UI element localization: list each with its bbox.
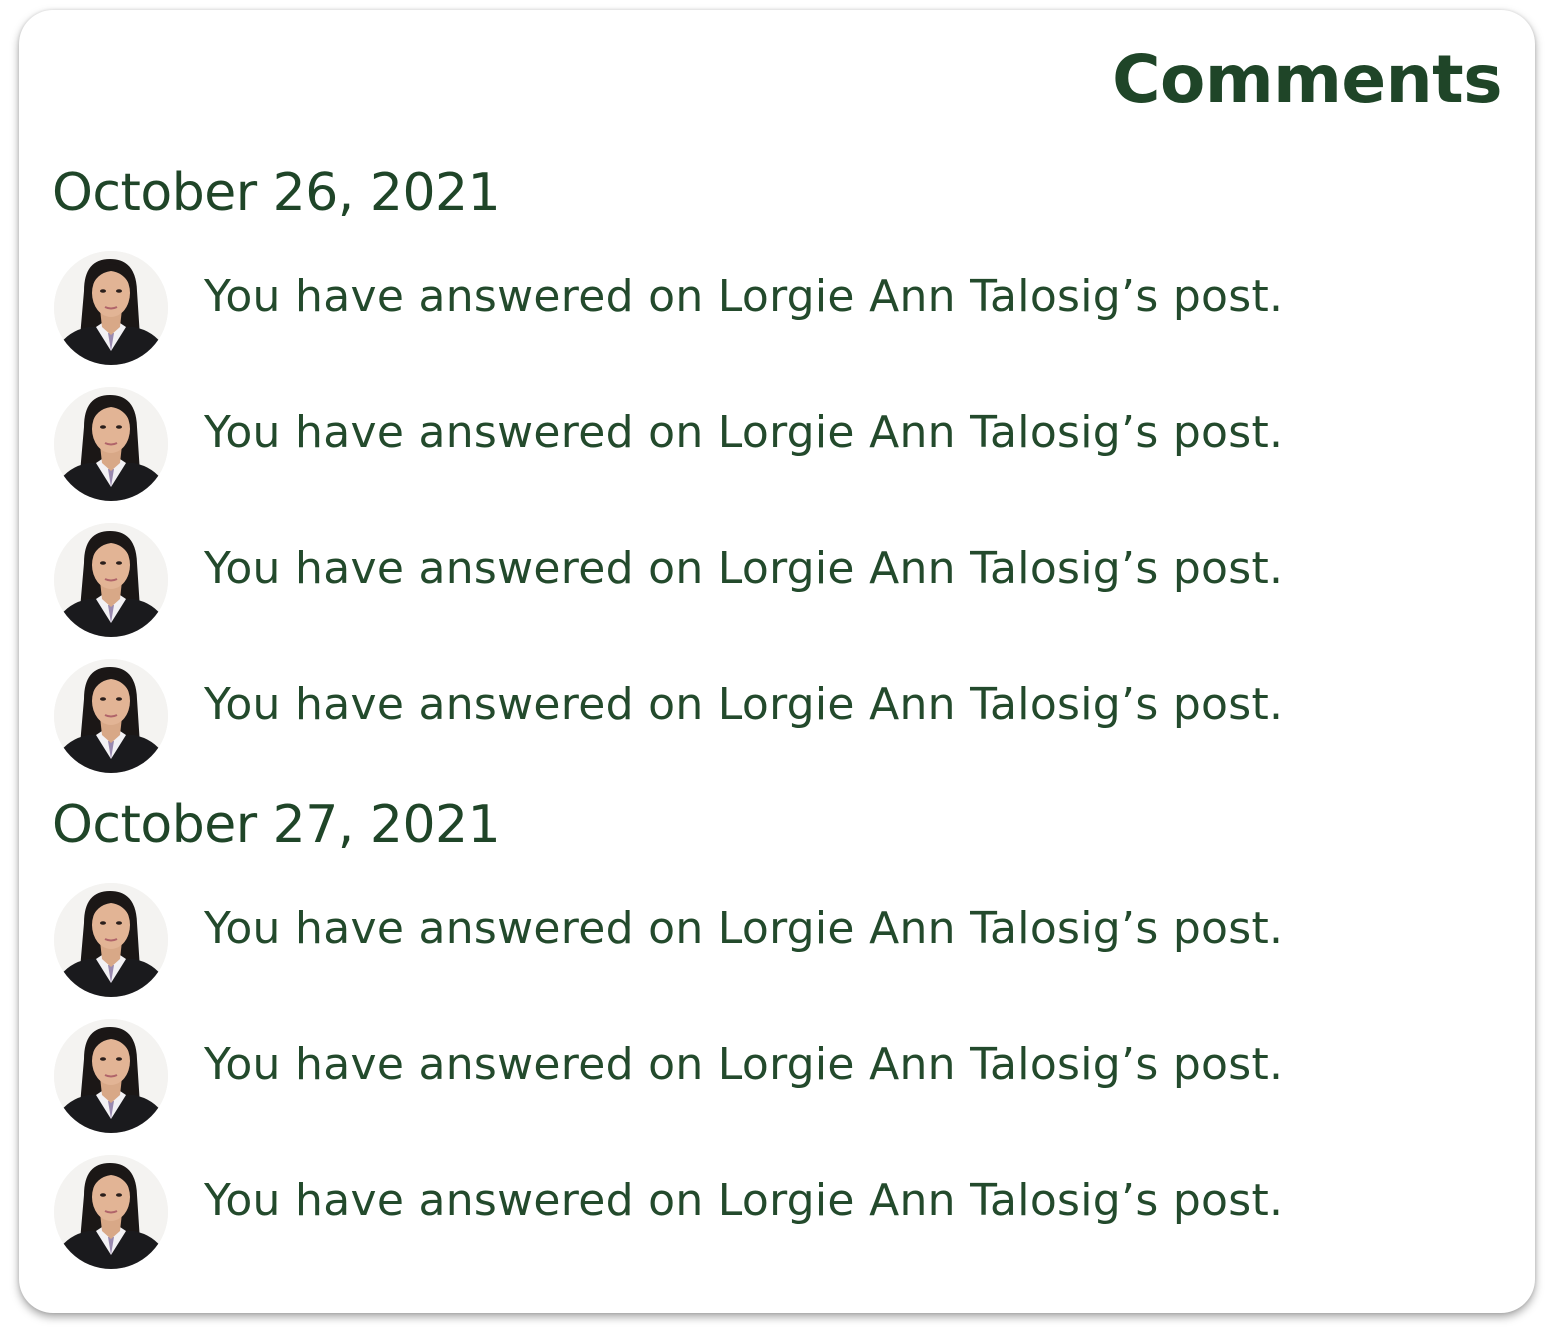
- comment-text: You have answered on Lorgie Ann Talosig’…: [204, 1039, 1284, 1090]
- avatar: [54, 523, 168, 637]
- list-item[interactable]: You have answered on Lorgie Ann Talosig’…: [54, 1155, 1494, 1273]
- list-item[interactable]: You have answered on Lorgie Ann Talosig’…: [54, 523, 1494, 641]
- avatar: [54, 1155, 168, 1269]
- comment-text: You have answered on Lorgie Ann Talosig’…: [204, 407, 1284, 458]
- list-item[interactable]: You have answered on Lorgie Ann Talosig’…: [54, 1019, 1494, 1137]
- date-heading: October 27, 2021: [52, 795, 501, 855]
- list-item[interactable]: You have answered on Lorgie Ann Talosig’…: [54, 387, 1494, 505]
- page-title: Comments: [1112, 41, 1502, 118]
- date-heading: October 26, 2021: [52, 163, 501, 223]
- comment-text: You have answered on Lorgie Ann Talosig’…: [204, 271, 1284, 322]
- list-item[interactable]: You have answered on Lorgie Ann Talosig’…: [54, 251, 1494, 369]
- comment-text: You have answered on Lorgie Ann Talosig’…: [204, 903, 1284, 954]
- comment-text: You have answered on Lorgie Ann Talosig’…: [204, 543, 1284, 594]
- list-item[interactable]: You have answered on Lorgie Ann Talosig’…: [54, 883, 1494, 1001]
- avatar: [54, 1019, 168, 1133]
- avatar: [54, 659, 168, 773]
- avatar: [54, 251, 168, 365]
- list-item[interactable]: You have answered on Lorgie Ann Talosig’…: [54, 659, 1494, 777]
- comment-text: You have answered on Lorgie Ann Talosig’…: [204, 1175, 1284, 1226]
- comment-text: You have answered on Lorgie Ann Talosig’…: [204, 679, 1284, 730]
- avatar: [54, 883, 168, 997]
- comments-card: Comments October 26, 2021 You have answe…: [19, 10, 1535, 1313]
- avatar: [54, 387, 168, 501]
